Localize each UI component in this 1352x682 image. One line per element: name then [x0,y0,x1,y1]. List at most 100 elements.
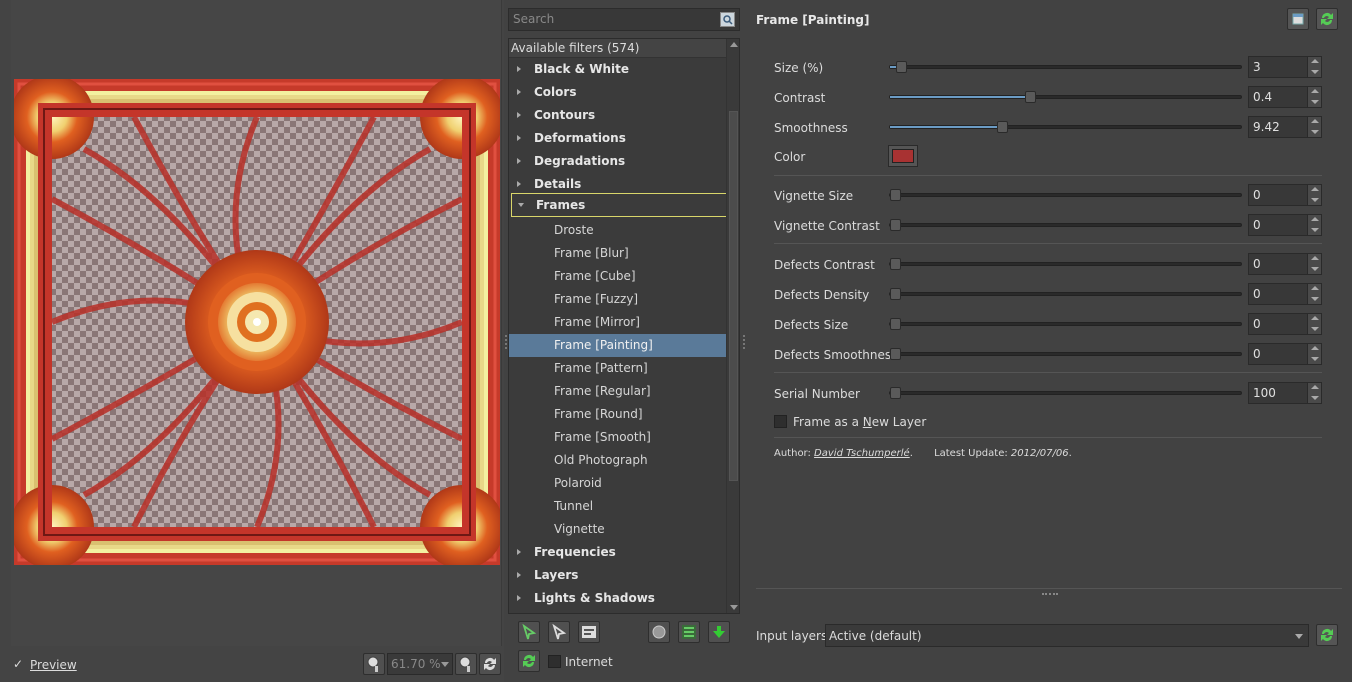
defects-contrast-spinbox[interactable]: 0 [1248,253,1322,275]
zoom-combo[interactable]: 61.70 % [387,653,453,675]
vignette-contrast-spinbox[interactable]: 0 [1248,214,1322,236]
tree-scrollbar[interactable] [726,39,739,613]
input-layers-select[interactable]: Active (default) [825,624,1309,647]
expand-collapse-button[interactable] [678,621,700,643]
category-contours[interactable]: Contours [509,104,727,127]
spin-down-icon[interactable] [1307,294,1321,304]
filter-item[interactable]: Frame [Fuzzy] [509,288,727,311]
spin-up-icon[interactable] [1307,87,1321,97]
spin-down-icon[interactable] [1307,264,1321,274]
internet-checkbox[interactable] [548,655,561,668]
vignette-contrast-slider[interactable] [889,219,1242,231]
resize-grip[interactable] [1042,593,1058,595]
update-filters-button[interactable] [518,650,540,672]
defects-smoothness-slider[interactable] [889,348,1242,360]
vignette-contrast-slider-handle[interactable] [890,219,901,231]
defects-smoothness-spinbox[interactable]: 0 [1248,343,1322,365]
filter-tree[interactable]: Available filters (574) Black & White Co… [508,38,740,614]
defects-smoothness-slider-handle[interactable] [890,348,901,360]
zoom-out-button[interactable] [363,653,385,675]
contrast-spinbox[interactable]: 0.4 [1248,86,1322,108]
spin-down-icon[interactable] [1307,393,1321,403]
filter-item[interactable]: Frame [Smooth] [509,426,727,449]
spin-up-icon[interactable] [1307,117,1321,127]
filter-item[interactable]: Frame [Pattern] [509,357,727,380]
serial-number-slider[interactable] [889,387,1242,399]
search-icon[interactable] [720,12,735,27]
category-colors[interactable]: Colors [509,81,727,104]
vignette-size-spinbox[interactable]: 0 [1248,184,1322,206]
scroll-up-icon[interactable] [730,42,738,47]
color-picker-button[interactable] [888,145,918,167]
preview-label[interactable]: Preview [30,658,77,672]
filter-item[interactable]: Frame [Blur] [509,242,727,265]
zoom-in-button[interactable] [455,653,477,675]
category-frequencies[interactable]: Frequencies [509,541,727,564]
preview-checkmark[interactable]: ✓ [13,657,23,671]
spin-up-icon[interactable] [1307,344,1321,354]
new-layer-label[interactable]: Frame as a New Layer [793,415,926,429]
defects-size-spinbox[interactable]: 0 [1248,313,1322,335]
new-layer-checkbox[interactable] [774,415,787,428]
category-deformations[interactable]: Deformations [509,127,727,150]
scrollbar-thumb[interactable] [729,111,738,481]
spin-up-icon[interactable] [1307,314,1321,324]
refresh-preview-button[interactable] [479,653,501,675]
spin-down-icon[interactable] [1307,324,1321,334]
filter-item[interactable]: Droste [509,219,727,242]
search-input[interactable]: Search [508,8,740,31]
spin-down-icon[interactable] [1307,67,1321,77]
preview-mode-button[interactable] [648,621,670,643]
smoothness-slider[interactable] [889,121,1242,133]
contrast-slider[interactable] [889,91,1242,103]
contrast-slider-handle[interactable] [1025,91,1036,103]
filter-item[interactable]: Frame [Round] [509,403,727,426]
spin-up-icon[interactable] [1307,254,1321,264]
category-lights-shadows[interactable]: Lights & Shadows [509,587,727,610]
serial-number-slider-handle[interactable] [890,387,901,399]
apply-button[interactable] [708,621,730,643]
defects-size-slider-handle[interactable] [890,318,901,330]
spin-down-icon[interactable] [1307,127,1321,137]
size-spinbox[interactable]: 3 [1248,56,1322,78]
spin-up-icon[interactable] [1307,284,1321,294]
serial-number-spinbox[interactable]: 100 [1248,382,1322,404]
spin-up-icon[interactable] [1307,383,1321,393]
category-degradations[interactable]: Degradations [509,150,727,173]
remove-favorite-button[interactable] [548,621,570,643]
filter-item[interactable]: Tunnel [509,495,727,518]
splitter-handle-left[interactable] [505,335,507,349]
defects-contrast-slider-handle[interactable] [890,258,901,270]
filter-item[interactable]: Frame [Regular] [509,380,727,403]
refresh-layers-button[interactable] [1316,624,1338,646]
filter-item[interactable]: Frame [Mirror] [509,311,727,334]
size-slider-handle[interactable] [896,61,907,73]
spin-down-icon[interactable] [1307,97,1321,107]
spin-up-icon[interactable] [1307,215,1321,225]
spin-down-icon[interactable] [1307,225,1321,235]
category-frames[interactable]: Frames [511,193,729,217]
smoothness-spinbox[interactable]: 9.42 [1248,116,1322,138]
reset-params-button[interactable] [1316,8,1338,30]
spin-up-icon[interactable] [1307,185,1321,195]
defects-contrast-slider[interactable] [889,258,1242,270]
filter-item[interactable]: Vignette [509,518,727,541]
filter-item[interactable]: Polaroid [509,472,727,495]
spin-down-icon[interactable] [1307,354,1321,364]
defects-density-spinbox[interactable]: 0 [1248,283,1322,305]
author-link[interactable]: David Tschumperlé [814,448,910,459]
add-favorite-button[interactable] [518,621,540,643]
rename-favorite-button[interactable] [578,621,600,643]
filter-item[interactable]: Frame [Cube] [509,265,727,288]
vignette-size-slider-handle[interactable] [890,189,901,201]
scroll-down-icon[interactable] [730,605,738,610]
spin-down-icon[interactable] [1307,195,1321,205]
defects-size-slider[interactable] [889,318,1242,330]
category-black-white[interactable]: Black & White [509,58,727,81]
defects-density-slider[interactable] [889,288,1242,300]
defects-density-slider-handle[interactable] [890,288,901,300]
splitter-handle-right[interactable] [743,335,745,349]
vignette-size-slider[interactable] [889,189,1242,201]
smoothness-slider-handle[interactable] [997,121,1008,133]
filter-item-selected[interactable]: Frame [Painting] [509,334,727,357]
